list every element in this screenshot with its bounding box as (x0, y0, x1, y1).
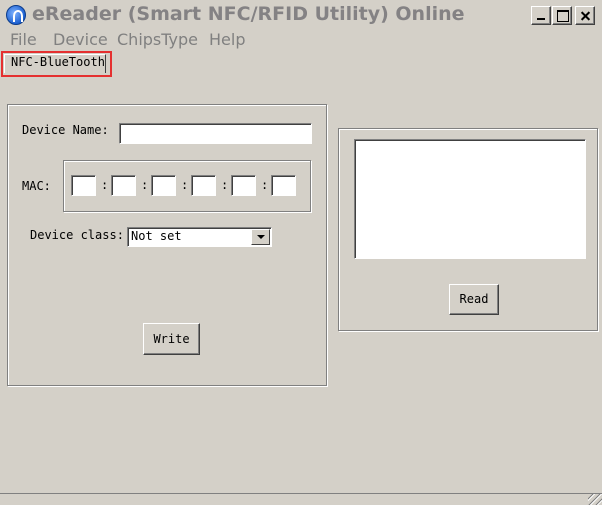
device-name-input[interactable] (119, 123, 312, 144)
status-bar (0, 493, 602, 505)
maximize-button[interactable] (552, 6, 572, 25)
device-name-label: Device Name: (22, 123, 109, 137)
read-button[interactable]: Read (449, 284, 499, 315)
write-button[interactable]: Write (143, 323, 200, 355)
mac-separator: : (181, 178, 189, 192)
menu-device[interactable]: Device (53, 30, 108, 49)
menu-bar: File Device ChipsType Help (0, 30, 602, 50)
mac-label: MAC: (22, 179, 51, 193)
device-class-label: Device class: (30, 228, 124, 242)
read-output-textarea[interactable] (354, 139, 586, 259)
chevron-down-icon[interactable] (251, 229, 270, 245)
mac-octet-input[interactable] (151, 175, 176, 196)
menu-help[interactable]: Help (209, 30, 245, 49)
menu-file[interactable]: File (10, 30, 37, 49)
mac-separator: : (101, 178, 109, 192)
app-logo-icon[interactable] (6, 5, 26, 25)
tab-highlight-box (1, 51, 112, 77)
mac-octet-input[interactable] (271, 175, 296, 196)
menu-chipstype[interactable]: ChipsType (117, 30, 198, 49)
mac-separator: : (141, 178, 149, 192)
mac-octet-input[interactable] (111, 175, 136, 196)
device-class-value: Not set (131, 229, 182, 243)
mac-octet-input[interactable] (191, 175, 216, 196)
resize-grip-icon[interactable] (588, 494, 602, 505)
mac-separator: : (221, 178, 229, 192)
window-title: eReader (Smart NFC/RFID Utility) Online (32, 3, 465, 25)
mac-octet-input[interactable] (231, 175, 256, 196)
close-button[interactable] (575, 6, 595, 25)
minimize-button[interactable] (531, 6, 551, 25)
mac-separator: : (261, 178, 269, 192)
mac-octet-input[interactable] (71, 175, 96, 196)
